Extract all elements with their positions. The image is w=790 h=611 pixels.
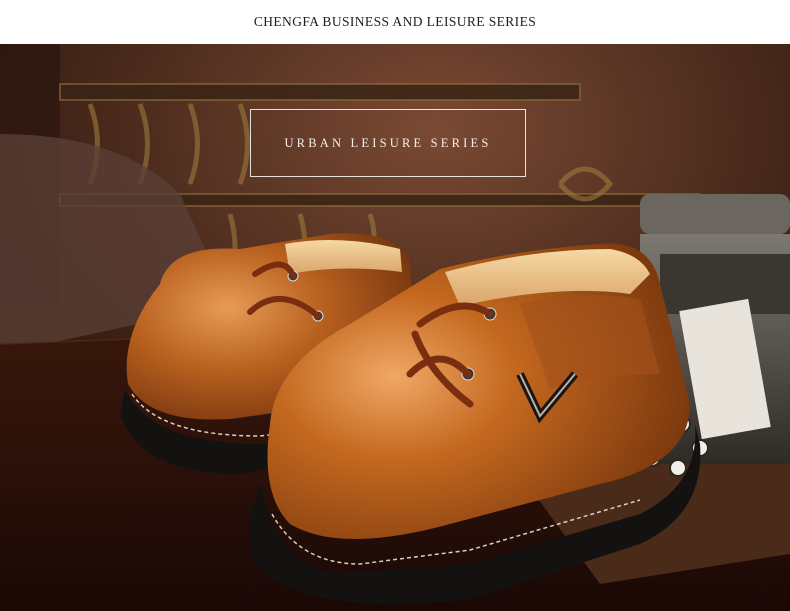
series-label-box: URBAN LEISURE SERIES (250, 109, 526, 177)
product-banner-page: CHENGFA BUSINESS AND LEISURE SERIES URBA… (0, 0, 790, 611)
product-photo: URBAN LEISURE SERIES (0, 44, 790, 611)
page-title: CHENGFA BUSINESS AND LEISURE SERIES (253, 14, 537, 29)
header-bar: CHENGFA BUSINESS AND LEISURE SERIES (0, 0, 790, 44)
series-label: URBAN LEISURE SERIES (284, 135, 492, 150)
